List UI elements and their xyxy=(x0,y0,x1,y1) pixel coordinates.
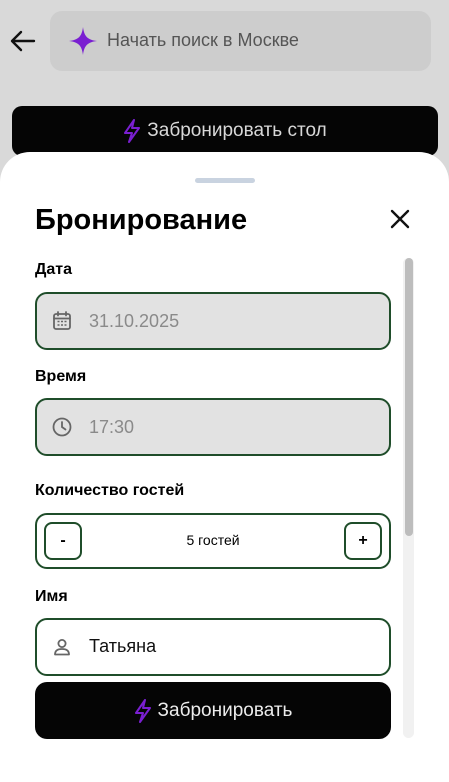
lightning-icon xyxy=(124,119,141,143)
sheet-title: Бронирование xyxy=(35,204,248,236)
date-field[interactable]: 31.10.2025 xyxy=(35,292,391,350)
name-value: Татьяна xyxy=(89,636,157,656)
time-field[interactable]: 17:30 xyxy=(35,398,391,456)
lightning-icon xyxy=(134,698,151,723)
calendar-icon xyxy=(53,311,71,330)
scrollbar-thumb[interactable] xyxy=(405,258,413,536)
date-label: Дата xyxy=(35,261,73,278)
sparkle-icon xyxy=(69,27,97,55)
person-icon xyxy=(54,639,70,656)
submit-booking-label: Забронировать xyxy=(157,699,293,721)
increase-guests-button[interactable]: + xyxy=(344,522,382,560)
name-label: Имя xyxy=(35,588,68,605)
book-table-label: Забронировать стол xyxy=(147,120,327,141)
close-button[interactable] xyxy=(387,206,413,232)
search-placeholder: Начать поиск в Москве xyxy=(107,30,299,50)
guests-stepper: - 5 гостей + xyxy=(35,513,391,569)
guests-label: Количество гостей xyxy=(35,482,185,499)
arrow-left-icon xyxy=(10,30,36,52)
back-button[interactable] xyxy=(8,26,38,56)
book-table-button[interactable]: Забронировать стол xyxy=(12,106,438,156)
drag-handle[interactable] xyxy=(195,178,255,183)
booking-sheet: Бронирование Дата 31.10.2025 Время 17:30… xyxy=(0,152,449,782)
clock-icon xyxy=(52,417,72,437)
time-label: Время xyxy=(35,368,87,385)
close-icon xyxy=(390,209,410,229)
guests-value: 5 гостей xyxy=(186,532,240,548)
top-bar: Начать поиск в Москве xyxy=(0,0,449,88)
search-bar[interactable]: Начать поиск в Москве xyxy=(50,11,431,71)
name-field[interactable]: Татьяна xyxy=(35,618,391,676)
time-value: 17:30 xyxy=(89,417,135,437)
submit-booking-button[interactable]: Забронировать xyxy=(35,682,391,739)
date-value: 31.10.2025 xyxy=(89,311,180,331)
